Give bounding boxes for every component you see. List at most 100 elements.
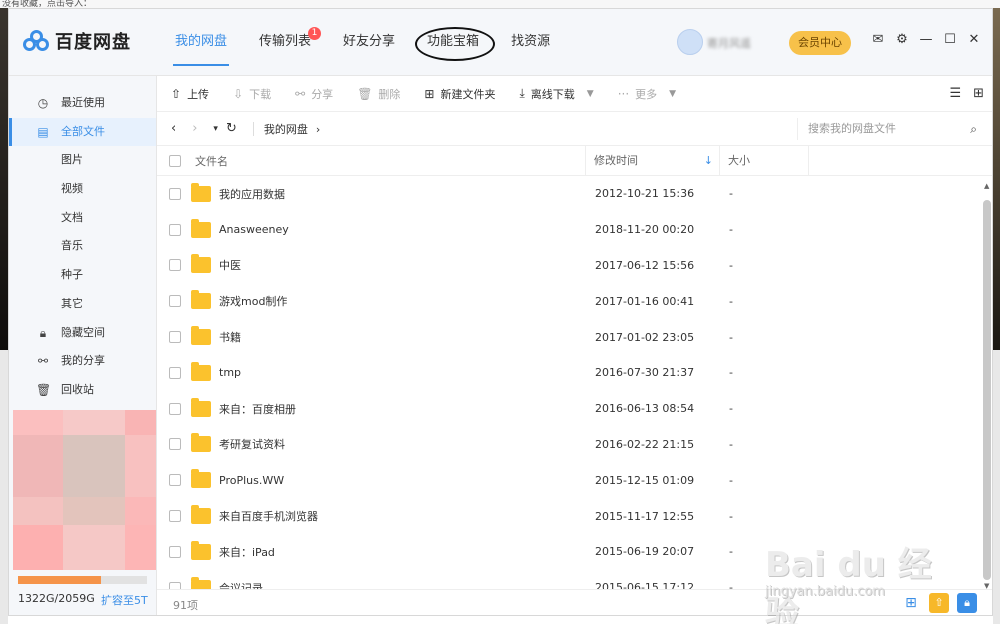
- upload-arrow-icon[interactable]: ⇧: [929, 593, 949, 613]
- row-checkbox[interactable]: [169, 187, 181, 200]
- ad-banner[interactable]: [13, 410, 156, 570]
- upload-button[interactable]: ⇧ 上传: [171, 86, 209, 102]
- row-checkbox[interactable]: [169, 545, 181, 558]
- file-name[interactable]: 考研复试资料: [219, 436, 595, 452]
- table-row[interactable]: tmp 2016-07-30 21:37 -: [157, 355, 979, 391]
- row-checkbox[interactable]: [169, 366, 181, 379]
- download-button[interactable]: ⇩ 下载: [233, 86, 271, 102]
- username[interactable]: 寄月风遥: [707, 35, 777, 50]
- file-name[interactable]: 游戏mod制作: [219, 293, 595, 309]
- main-panel: ⇧ 上传 ⇩ 下载 ⚯ 分享 🗑︎ 删除 ⊞ 新建文件夹 ⤓ 离线下载 ▼ ··· 更多 ▼ ☰ …: [157, 76, 992, 615]
- table-row[interactable]: 书籍 2017-01-02 23:05 -: [157, 319, 979, 355]
- lock-icon: 🔒︎: [39, 325, 47, 340]
- row-checkbox[interactable]: [169, 223, 181, 236]
- expand-storage-link[interactable]: 扩容至5T: [101, 592, 148, 608]
- column-name[interactable]: 文件名: [195, 153, 585, 169]
- sidebar-item-2[interactable]: 图片: [9, 146, 156, 175]
- sidebar-item-7[interactable]: 其它: [9, 290, 156, 319]
- search-icon[interactable]: ⌕: [970, 118, 977, 140]
- nav-tab-4[interactable]: 找资源: [495, 9, 566, 76]
- table-row[interactable]: Anasweeney 2018-11-20 00:20 -: [157, 212, 979, 248]
- sidebar-item-5[interactable]: 音乐: [9, 232, 156, 261]
- sidebar-item-6[interactable]: 种子: [9, 261, 156, 290]
- row-checkbox[interactable]: [169, 259, 181, 272]
- file-size: -: [729, 223, 733, 237]
- apps-icon[interactable]: ⊞: [901, 593, 921, 613]
- sidebar-item-9[interactable]: ⚯ 我的分享: [9, 347, 156, 376]
- avatar[interactable]: [677, 29, 703, 55]
- user-area[interactable]: 寄月风遥: [677, 27, 777, 57]
- nav-tab-3[interactable]: 功能宝箱: [411, 9, 496, 76]
- sidebar-item-8[interactable]: 🔒︎ 隐藏空间: [9, 319, 156, 348]
- row-checkbox[interactable]: [169, 510, 181, 523]
- nav-tab-1[interactable]: 传输列表 1: [243, 9, 327, 76]
- settings-icon[interactable]: ⚙: [895, 33, 909, 47]
- table-row[interactable]: ProPlus.WW 2015-12-15 01:09 -: [157, 462, 979, 498]
- file-modified-time: 2015-06-15 17:12: [595, 581, 695, 589]
- close-icon[interactable]: ✕: [967, 33, 981, 47]
- table-row[interactable]: 会议记录 2015-06-15 17:12 -: [157, 570, 979, 589]
- column-modified-time[interactable]: 修改时间 ↓: [585, 145, 719, 176]
- nav-tab-2[interactable]: 好友分享: [327, 9, 411, 76]
- file-name[interactable]: 来自：iPad: [219, 544, 595, 560]
- row-checkbox[interactable]: [169, 474, 181, 487]
- file-name[interactable]: 来自：百度相册: [219, 401, 595, 417]
- table-row[interactable]: 我的应用数据 2012-10-21 15:36 -: [157, 176, 979, 212]
- share-button[interactable]: ⚯ 分享: [295, 86, 333, 102]
- refresh-icon[interactable]: ↻: [226, 121, 237, 136]
- table-row[interactable]: 游戏mod制作 2017-01-16 00:41 -: [157, 283, 979, 319]
- share-icon: ⚯: [37, 354, 49, 369]
- table-row[interactable]: 考研复试资料 2016-02-22 21:15 -: [157, 427, 979, 463]
- row-checkbox[interactable]: [169, 331, 181, 344]
- scrollbar[interactable]: ▲ ▼: [981, 180, 992, 590]
- table-row[interactable]: 来自：iPad 2015-06-19 20:07 -: [157, 534, 979, 570]
- table-row[interactable]: 来自：百度相册 2016-06-13 08:54 -: [157, 391, 979, 427]
- table-row[interactable]: 中医 2017-06-12 15:56 -: [157, 248, 979, 284]
- file-name[interactable]: Anasweeney: [219, 223, 595, 236]
- select-all-checkbox[interactable]: [169, 154, 181, 167]
- history-dropdown-icon[interactable]: ▾: [213, 124, 218, 134]
- file-name[interactable]: 会议记录: [219, 580, 595, 589]
- delete-button[interactable]: 🗑︎ 删除: [357, 86, 400, 102]
- sidebar-item-4[interactable]: 文档: [9, 204, 156, 233]
- file-modified-time: 2015-06-19 20:07: [595, 545, 695, 559]
- sidebar-item-3[interactable]: 视频: [9, 175, 156, 204]
- minimize-icon[interactable]: —: [919, 33, 933, 47]
- breadcrumb[interactable]: 我的网盘 ›: [264, 121, 320, 137]
- maximize-icon[interactable]: ☐: [943, 33, 957, 47]
- sidebar-item-1[interactable]: ▤ 全部文件: [9, 117, 156, 147]
- sidebar-item-0[interactable]: ◷ 最近使用: [9, 89, 156, 118]
- new-folder-button[interactable]: ⊞ 新建文件夹: [424, 86, 495, 102]
- scroll-up-icon[interactable]: ▲: [984, 182, 989, 190]
- lock-icon[interactable]: 🔒︎: [957, 593, 977, 613]
- chevron-down-icon[interactable]: ▼: [587, 89, 594, 99]
- mail-icon[interactable]: ✉: [871, 33, 885, 47]
- row-checkbox[interactable]: [169, 295, 181, 308]
- row-checkbox[interactable]: [169, 581, 181, 589]
- baidu-cloud-logo-icon: [23, 30, 49, 52]
- forward-icon[interactable]: ›: [192, 121, 197, 136]
- search-input[interactable]: 搜索我的网盘文件 ⌕: [797, 118, 977, 140]
- sidebar-item-10[interactable]: 🗑︎ 回收站: [9, 376, 156, 405]
- row-checkbox[interactable]: [169, 438, 181, 451]
- file-name[interactable]: 来自百度手机浏览器: [219, 508, 595, 524]
- column-size[interactable]: 大小: [719, 145, 809, 176]
- more-button[interactable]: ··· 更多 ▼: [618, 86, 676, 102]
- vip-center-button[interactable]: 会员中心: [789, 31, 851, 55]
- offline-download-button[interactable]: ⤓ 离线下载 ▼: [519, 86, 593, 102]
- app-logo[interactable]: 百度网盘: [23, 27, 131, 55]
- file-name[interactable]: ProPlus.WW: [219, 474, 595, 487]
- scroll-thumb[interactable]: [983, 200, 991, 580]
- file-name[interactable]: 书籍: [219, 329, 595, 345]
- nav-tab-0[interactable]: 我的网盘: [159, 9, 243, 76]
- top-caption: 没有收藏，点击导入：: [0, 0, 1000, 8]
- row-checkbox[interactable]: [169, 402, 181, 415]
- sort-list-icon[interactable]: ☰: [949, 86, 961, 101]
- file-name[interactable]: 中医: [219, 257, 595, 273]
- grid-view-icon[interactable]: ⊞: [973, 86, 984, 101]
- file-name[interactable]: tmp: [219, 366, 595, 379]
- file-name[interactable]: 我的应用数据: [219, 186, 595, 202]
- back-icon[interactable]: ‹: [171, 121, 176, 136]
- table-row[interactable]: 来自百度手机浏览器 2015-11-17 12:55 -: [157, 498, 979, 534]
- path-bar: ‹ › ▾ ↻ 我的网盘 › 搜索我的网盘文件 ⌕: [157, 112, 992, 146]
